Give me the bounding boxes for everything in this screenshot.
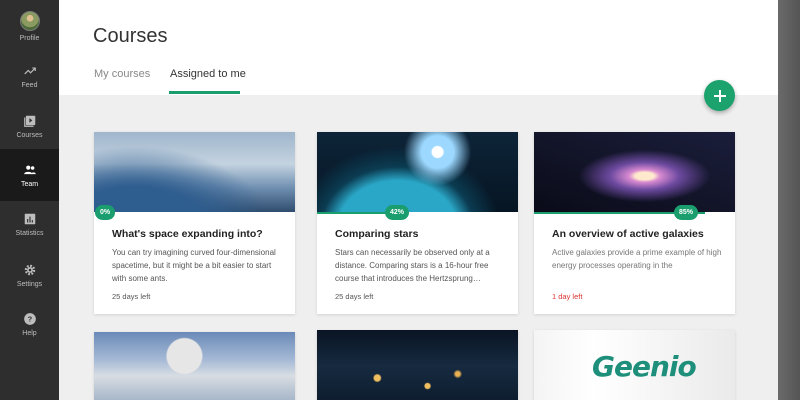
progress-badge: 42% — [385, 205, 410, 220]
sidebar-item-statistics[interactable]: Statistics — [0, 198, 59, 250]
course-image — [317, 132, 518, 212]
tab-my-courses[interactable]: My courses — [94, 68, 150, 80]
help-icon: ? — [23, 312, 36, 325]
sidebar-item-label: Profile — [19, 34, 40, 42]
sidebar-item-team[interactable]: Team — [0, 149, 59, 201]
sidebar-item-feed[interactable]: Feed — [0, 50, 59, 102]
sidebar-item-label: Statistics — [15, 229, 44, 237]
sidebar-item-label: Feed — [21, 81, 38, 89]
plus-icon — [713, 89, 726, 102]
sidebar-item-courses[interactable]: Courses — [0, 100, 59, 152]
course-description: You can try imagining curved four-dimens… — [112, 248, 276, 283]
main-panel: Courses My courses Assigned to me 0% Wha… — [59, 0, 778, 400]
course-image — [94, 132, 295, 212]
course-title: Comparing stars — [335, 228, 419, 240]
course-title: An overview of active galaxies — [552, 228, 704, 240]
overlay-edge — [778, 0, 800, 400]
course-card[interactable]: 85% An overview of active galaxies Activ… — [534, 132, 735, 314]
active-tab-indicator — [169, 91, 240, 94]
page-title: Courses — [93, 25, 168, 47]
geenio-logo: Geenio — [592, 350, 697, 383]
sidebar-item-settings[interactable]: Settings — [0, 249, 59, 301]
sidebar-item-profile[interactable]: Profile — [0, 0, 59, 52]
days-left: 25 days left — [335, 292, 374, 301]
course-description: Active galaxies provide a prime example … — [552, 248, 722, 270]
course-image: Geenio — [534, 330, 735, 400]
sidebar-item-label: Settings — [16, 280, 43, 288]
sidebar-item-label: Help — [22, 329, 37, 337]
course-card[interactable] — [94, 332, 295, 400]
course-image — [94, 332, 295, 400]
course-title: What's space expanding into? — [112, 228, 263, 240]
course-card[interactable] — [317, 330, 518, 400]
sidebar-item-label: Courses — [16, 131, 43, 139]
svg-text:?: ? — [27, 314, 32, 323]
header: Courses My courses Assigned to me — [59, 0, 778, 95]
add-course-button[interactable] — [704, 80, 735, 111]
course-card[interactable]: Geenio — [534, 330, 735, 400]
progress-badge: 0% — [95, 205, 116, 220]
trend-icon — [23, 67, 36, 74]
course-image — [317, 330, 518, 400]
days-left: 1 day left — [552, 292, 583, 301]
progress-badge: 85% — [674, 205, 699, 220]
chart-icon — [24, 213, 35, 224]
sidebar-item-help[interactable]: ? Help — [0, 298, 59, 350]
days-left: 25 days left — [112, 292, 151, 301]
course-card[interactable]: 0% What's space expanding into? You can … — [94, 132, 295, 314]
avatar — [19, 10, 40, 31]
gear-icon — [24, 264, 35, 275]
sidebar: Profile Feed Courses Team Statistics Set… — [0, 0, 59, 400]
people-icon — [23, 165, 36, 174]
play-icon — [23, 115, 35, 127]
course-card[interactable]: 42% Comparing stars Stars can necessaril… — [317, 132, 518, 314]
course-image — [534, 132, 735, 212]
course-description: Stars can necessarily be observed only a… — [335, 248, 490, 283]
tab-assigned-to-me[interactable]: Assigned to me — [170, 68, 246, 80]
sidebar-item-label: Team — [20, 180, 39, 188]
